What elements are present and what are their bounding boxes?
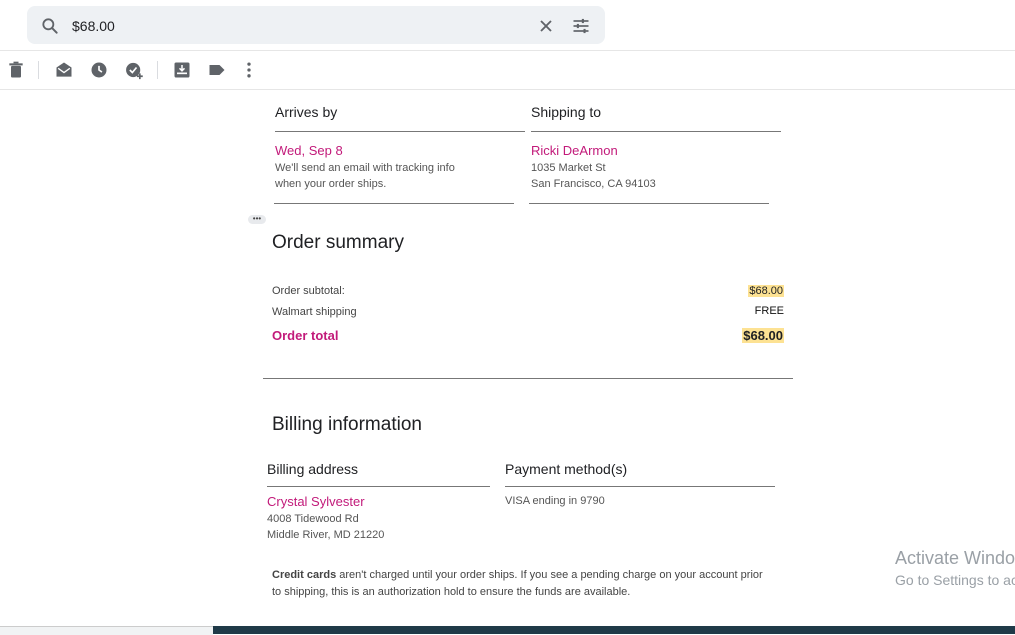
shipping-cost-label: Walmart shipping [272, 306, 357, 318]
watermark-line2: Go to Settings to activate Windows. [895, 572, 1015, 588]
watermark-line1: Activate Windows [895, 548, 1015, 568]
toolbar-separator [157, 61, 158, 79]
billing-city: Middle River, MD 21220 [267, 529, 385, 541]
arrival-note-line1: We'll send an email with tracking info [275, 162, 455, 174]
shipping-city: San Francisco, CA 94103 [531, 178, 656, 190]
header-divider [0, 50, 1015, 51]
shipping-name: Ricki DeArmon [531, 143, 618, 158]
more-vert-icon[interactable] [239, 60, 259, 80]
arrives-bottom-divider [274, 203, 514, 204]
activation-watermark: Activate Windows Go to Settings to activ… [895, 548, 1015, 598]
move-to-icon[interactable] [172, 60, 192, 80]
show-trimmed-content-icon[interactable]: ••• [248, 215, 266, 224]
arrival-note-line2: when your order ships. [275, 178, 387, 190]
delete-icon[interactable] [6, 60, 26, 80]
order-total-label: Order total [272, 328, 339, 343]
credit-card-note-line1: aren't charged until your order ships. I… [336, 569, 763, 581]
billing-name: Crystal Sylvester [267, 494, 365, 509]
order-total-value: $68.00 [742, 328, 784, 343]
shipping-cost-value: FREE [754, 305, 784, 317]
payment-method-value: VISA ending in 9790 [505, 495, 605, 507]
payment-heading: Payment method(s) [505, 461, 628, 477]
order-summary-title: Order summary [272, 232, 404, 253]
search-options-icon[interactable] [570, 16, 592, 36]
subtotal-label: Order subtotal: [272, 285, 345, 297]
arrives-divider [275, 131, 525, 132]
billing-street: 4008 Tidewood Rd [267, 513, 359, 525]
snooze-icon[interactable] [89, 60, 109, 80]
billing-title: Billing information [272, 414, 422, 435]
section-divider [263, 378, 793, 379]
arrival-date: Wed, Sep 8 [275, 143, 343, 158]
toolbar-divider [0, 89, 1015, 90]
billing-address-heading: Billing address [267, 461, 359, 477]
shipping-bottom-divider [529, 203, 769, 204]
toolbar-separator [38, 61, 39, 79]
shipping-divider [531, 131, 781, 132]
taskbar-edge [213, 626, 1015, 634]
billing-address-divider [267, 486, 490, 487]
add-task-icon[interactable] [124, 60, 144, 80]
arrives-heading: Arrives by [275, 104, 338, 120]
shipping-street: 1035 Market St [531, 162, 606, 174]
mark-unread-icon[interactable] [54, 60, 74, 80]
credit-card-note-line2: to shipping, this is an authorization ho… [272, 586, 631, 598]
search-input[interactable]: $68.00 [72, 18, 115, 34]
payment-divider [505, 486, 775, 487]
shipping-heading: Shipping to [531, 104, 602, 120]
credit-card-note: Credit cards aren't charged until your o… [272, 567, 792, 601]
label-icon[interactable] [207, 60, 227, 80]
credit-card-note-bold: Credit cards [272, 569, 337, 581]
clear-search-icon[interactable] [536, 16, 556, 36]
search-icon[interactable] [40, 16, 60, 36]
subtotal-value: $68.00 [748, 285, 784, 297]
